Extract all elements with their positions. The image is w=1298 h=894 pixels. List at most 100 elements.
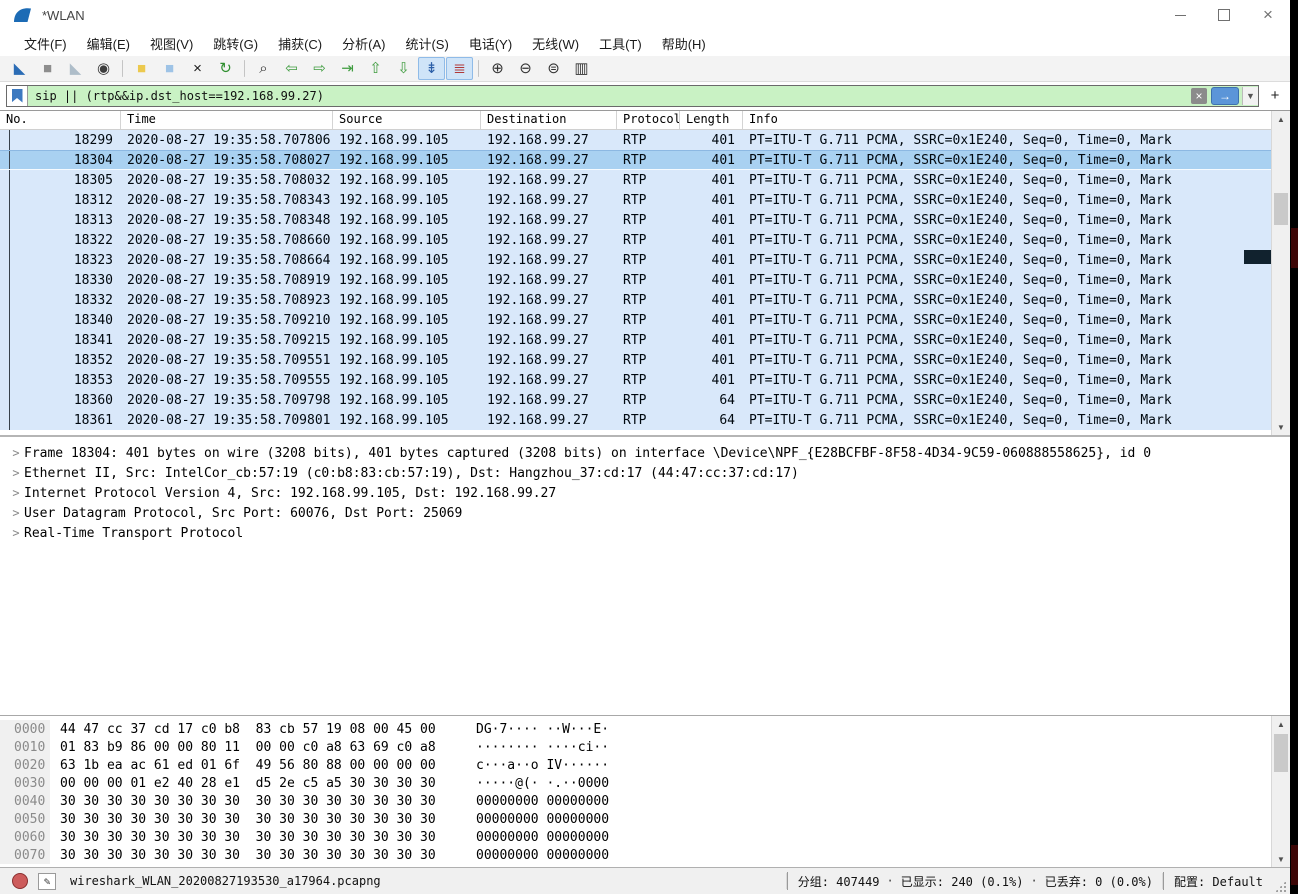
resize-columns-icon[interactable]: ▥ xyxy=(568,57,595,80)
packet-list-scrollbar[interactable]: ▲ ▼ xyxy=(1271,111,1290,435)
scroll-down-icon[interactable]: ▼ xyxy=(1272,419,1290,435)
menu-item[interactable]: 电话(Y) xyxy=(459,31,522,56)
column-header[interactable]: Info xyxy=(743,111,1290,129)
scrollbar-thumb[interactable] xyxy=(1274,734,1288,772)
menu-item[interactable]: 无线(W) xyxy=(522,31,589,56)
scrollbar-thumb[interactable] xyxy=(1274,193,1288,225)
expander-chevron-icon[interactable]: > xyxy=(8,506,24,520)
auto-scroll-icon[interactable]: ⇟ xyxy=(418,57,445,80)
start-capture-icon[interactable]: ◣ xyxy=(6,57,33,80)
open-file-icon[interactable]: ■ xyxy=(128,57,155,80)
filter-add-button[interactable]: + xyxy=(1266,87,1284,105)
cell-info: PT=ITU-T G.711 PCMA, SSRC=0x1E240, Seq=0… xyxy=(749,412,1172,428)
profile-selector[interactable]: 配置: Default xyxy=(1162,871,1273,891)
packet-row[interactable]: 18341 2020-08-27 19:35:58.709215 192.168… xyxy=(0,330,1290,350)
filter-clear-button[interactable]: × xyxy=(1191,87,1207,104)
menu-item[interactable]: 捕获(C) xyxy=(268,31,332,56)
menu-item[interactable]: 文件(F) xyxy=(14,31,77,56)
detail-row[interactable]: > Real-Time Transport Protocol xyxy=(0,523,1290,543)
detail-row[interactable]: > Ethernet II, Src: IntelCor_cb:57:19 (c… xyxy=(0,463,1290,483)
go-forward-icon[interactable]: ⇨ xyxy=(306,57,333,80)
column-header[interactable]: No. xyxy=(0,111,121,129)
filter-history-dropdown[interactable]: ▼ xyxy=(1242,86,1258,105)
cell-source: 192.168.99.105 xyxy=(339,132,449,148)
scroll-up-icon[interactable]: ▲ xyxy=(1272,111,1290,127)
menu-item[interactable]: 跳转(G) xyxy=(203,31,268,56)
maximize-button[interactable] xyxy=(1202,0,1246,30)
packet-row[interactable]: 18323 2020-08-27 19:35:58.708664 192.168… xyxy=(0,250,1290,270)
filter-bookmark-button[interactable] xyxy=(7,85,28,106)
hex-scrollbar[interactable]: ▲ ▼ xyxy=(1271,716,1290,867)
zoom-out-icon[interactable]: ⊖ xyxy=(512,57,539,80)
column-header[interactable]: Source xyxy=(333,111,481,129)
packet-row[interactable]: 18332 2020-08-27 19:35:58.708923 192.168… xyxy=(0,290,1290,310)
hex-row[interactable]: 0050 30 30 30 30 30 30 30 30 30 30 30 30… xyxy=(0,810,1290,828)
menu-item[interactable]: 编辑(E) xyxy=(77,31,140,56)
hex-row[interactable]: 0010 01 83 b9 86 00 00 80 11 00 00 c0 a8… xyxy=(0,738,1290,756)
hex-bytes: 30 30 30 30 30 30 30 30 30 30 30 30 30 3… xyxy=(60,829,436,845)
column-header[interactable]: Destination xyxy=(481,111,617,129)
packet-row[interactable]: 18361 2020-08-27 19:35:58.709801 192.168… xyxy=(0,410,1290,430)
detail-row[interactable]: > Frame 18304: 401 bytes on wire (3208 b… xyxy=(0,443,1290,463)
packet-row[interactable]: 18352 2020-08-27 19:35:58.709551 192.168… xyxy=(0,350,1290,370)
packet-row[interactable]: 18312 2020-08-27 19:35:58.708343 192.168… xyxy=(0,190,1290,210)
scroll-up-icon[interactable]: ▲ xyxy=(1272,716,1290,732)
menu-item[interactable]: 工具(T) xyxy=(589,31,652,56)
detail-row[interactable]: > Internet Protocol Version 4, Src: 192.… xyxy=(0,483,1290,503)
scroll-down-icon[interactable]: ▼ xyxy=(1272,851,1290,867)
toolbar-separator[interactable] xyxy=(244,60,245,77)
hex-row[interactable]: 0000 44 47 cc 37 cd 17 c0 b8 83 cb 57 19… xyxy=(0,720,1290,738)
expander-chevron-icon[interactable]: > xyxy=(8,446,24,460)
display-filter-input[interactable]: sip || (rtp&&ip.dst_host==192.168.99.27)… xyxy=(6,84,1259,107)
packet-row[interactable]: 18299 2020-08-27 19:35:58.707806 192.168… xyxy=(0,130,1290,150)
filter-expression[interactable]: sip || (rtp&&ip.dst_host==192.168.99.27) xyxy=(28,89,1191,103)
go-bottom-icon[interactable]: ⇩ xyxy=(390,57,417,80)
menu-item[interactable]: 分析(A) xyxy=(332,31,395,56)
find-icon[interactable]: ⌕ xyxy=(250,57,277,80)
menu-item[interactable]: 视图(V) xyxy=(140,31,203,56)
packet-row[interactable]: 18353 2020-08-27 19:35:58.709555 192.168… xyxy=(0,370,1290,390)
hex-row[interactable]: 0040 30 30 30 30 30 30 30 30 30 30 30 30… xyxy=(0,792,1290,810)
packet-row[interactable]: 18340 2020-08-27 19:35:58.709210 192.168… xyxy=(0,310,1290,330)
stop-capture-icon[interactable]: ■ xyxy=(34,57,61,80)
filter-apply-button[interactable]: → xyxy=(1211,86,1239,105)
hex-row[interactable]: 0020 63 1b ea ac 61 ed 01 6f 49 56 80 88… xyxy=(0,756,1290,774)
save-file-icon[interactable]: ■ xyxy=(156,57,183,80)
menu-item[interactable]: 帮助(H) xyxy=(652,31,716,56)
colorize-icon[interactable]: ≣ xyxy=(446,57,473,80)
reload-file-icon[interactable]: ↻ xyxy=(212,57,239,80)
packet-row[interactable]: 18305 2020-08-27 19:35:58.708032 192.168… xyxy=(0,170,1290,190)
expert-info-icon[interactable] xyxy=(12,873,28,889)
toolbar-separator[interactable] xyxy=(478,60,479,77)
packet-row[interactable]: 18322 2020-08-27 19:35:58.708660 192.168… xyxy=(0,230,1290,250)
cell-info: PT=ITU-T G.711 PCMA, SSRC=0x1E240, Seq=0… xyxy=(749,292,1172,308)
capture-options-icon[interactable]: ◉ xyxy=(90,57,117,80)
restart-capture-icon[interactable]: ◣ xyxy=(62,57,89,80)
packet-row[interactable]: 18313 2020-08-27 19:35:58.708348 192.168… xyxy=(0,210,1290,230)
menu-item[interactable]: 统计(S) xyxy=(395,31,458,56)
packet-row[interactable]: 18304 2020-08-27 19:35:58.708027 192.168… xyxy=(0,150,1290,170)
hex-row[interactable]: 0070 30 30 30 30 30 30 30 30 30 30 30 30… xyxy=(0,846,1290,864)
hex-row[interactable]: 0030 00 00 00 01 e2 40 28 e1 d5 2e c5 a5… xyxy=(0,774,1290,792)
expander-chevron-icon[interactable]: > xyxy=(8,466,24,480)
close-button[interactable]: × xyxy=(1246,0,1290,30)
expander-chevron-icon[interactable]: > xyxy=(8,486,24,500)
close-file-icon[interactable]: × xyxy=(184,57,211,80)
minimize-button[interactable] xyxy=(1158,0,1202,30)
go-to-packet-icon[interactable]: ⇥ xyxy=(334,57,361,80)
column-header[interactable]: Length xyxy=(680,111,743,129)
zoom-normal-icon[interactable]: ⊜ xyxy=(540,57,567,80)
detail-row[interactable]: > User Datagram Protocol, Src Port: 6007… xyxy=(0,503,1290,523)
go-back-icon[interactable]: ⇦ xyxy=(278,57,305,80)
capture-comment-icon[interactable]: ✎ xyxy=(38,872,56,890)
column-header[interactable]: Time xyxy=(121,111,333,129)
column-header[interactable]: Protocol xyxy=(617,111,680,129)
zoom-in-icon[interactable]: ⊕ xyxy=(484,57,511,80)
resize-grip[interactable] xyxy=(1275,881,1286,892)
expander-chevron-icon[interactable]: > xyxy=(8,526,24,540)
toolbar-separator[interactable] xyxy=(122,60,123,77)
go-top-icon[interactable]: ⇧ xyxy=(362,57,389,80)
packet-row[interactable]: 18360 2020-08-27 19:35:58.709798 192.168… xyxy=(0,390,1290,410)
hex-row[interactable]: 0060 30 30 30 30 30 30 30 30 30 30 30 30… xyxy=(0,828,1290,846)
packet-row[interactable]: 18330 2020-08-27 19:35:58.708919 192.168… xyxy=(0,270,1290,290)
